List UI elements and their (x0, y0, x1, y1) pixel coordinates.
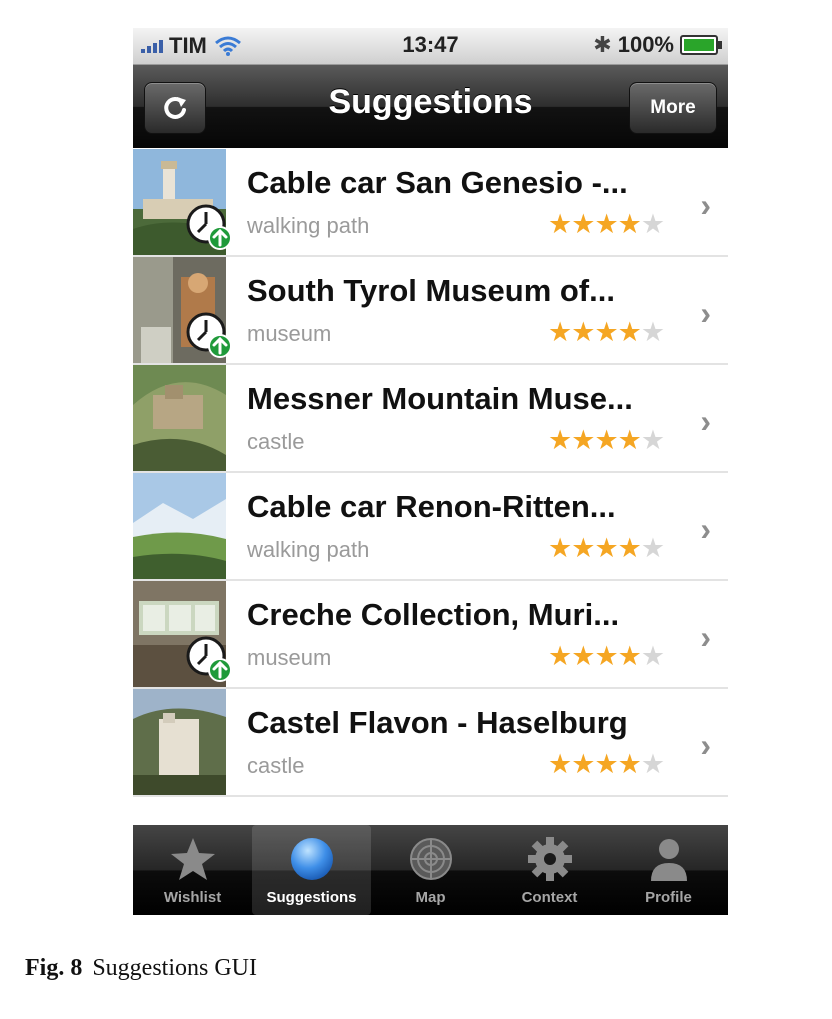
suggestion-category: walking path (247, 537, 370, 562)
gear-icon (524, 835, 576, 883)
tab-label: Suggestions (266, 889, 357, 906)
navigation-bar: Suggestions More (133, 65, 728, 148)
phone-screen: TIM 13:47 ✱ 100% Suggestions More Cable … (133, 28, 728, 915)
star-empty-icon: ★ (640, 209, 665, 239)
chevron-right-icon: › (700, 511, 711, 547)
suggestion-category: castle (247, 753, 305, 778)
star-rating: ★★★★★ (548, 641, 665, 672)
chevron-right-icon: › (700, 187, 711, 223)
star-filled-icon: ★ (617, 641, 642, 671)
suggestion-thumbnail (133, 365, 226, 471)
tab-profile[interactable]: Profile (609, 825, 728, 915)
tab-suggestions[interactable]: Suggestions (252, 825, 371, 915)
star-filled-icon: ★ (594, 425, 618, 455)
suggestion-thumbnail (133, 689, 226, 795)
star-empty-icon: ★ (640, 749, 665, 779)
bluetooth-icon: ✱ (593, 32, 612, 57)
star-filled-icon: ★ (594, 317, 618, 347)
battery-fill (684, 39, 714, 51)
star-rating: ★★★★★ (548, 533, 665, 564)
chevron-right-icon: › (700, 295, 711, 331)
tab-label: Context (521, 889, 578, 906)
clock-upload-badge-icon (186, 636, 232, 682)
suggestion-title: South Tyrol Museum of... (247, 273, 615, 308)
star-filled-icon: ★ (617, 317, 642, 347)
suggestion-row[interactable]: Cable car San Genesio -... walking path … (133, 149, 728, 257)
suggestions-list: Cable car San Genesio -... walking path … (133, 149, 728, 797)
suggestion-category: museum (247, 645, 332, 670)
suggestion-row[interactable]: Messner Mountain Muse... castle ★★★★★ › (133, 365, 728, 473)
tab-label: Wishlist (163, 889, 222, 906)
suggestion-row[interactable]: South Tyrol Museum of... museum ★★★★★ › (133, 257, 728, 365)
star-empty-icon: ★ (640, 317, 665, 347)
star-rating: ★★★★★ (548, 749, 665, 780)
status-bar: TIM 13:47 ✱ 100% (133, 28, 728, 65)
suggestion-row[interactable]: Cable car Renon-Ritten... walking path ★… (133, 473, 728, 581)
star-filled-icon: ★ (571, 533, 595, 563)
tab-context[interactable]: Context (490, 825, 609, 915)
star-filled-icon: ★ (571, 749, 595, 779)
star-filled-icon: ★ (571, 641, 595, 671)
star-filled-icon: ★ (617, 209, 642, 239)
star-filled-icon: ★ (617, 749, 642, 779)
tab-bar: Wishlist Suggestions Map Context Profile (133, 825, 728, 915)
chevron-right-icon: › (700, 727, 711, 763)
chevron-right-icon: › (700, 403, 711, 439)
status-right: ✱ 100% (593, 32, 722, 58)
more-button[interactable]: More (629, 82, 717, 134)
star-rating: ★★★★★ (548, 209, 665, 240)
caption-label: Fig. 8 (25, 955, 83, 981)
star-filled-icon: ★ (548, 209, 572, 239)
tab-label: Map (415, 889, 446, 906)
star-filled-icon: ★ (548, 533, 572, 563)
star-empty-icon: ★ (640, 641, 665, 671)
star-rating: ★★★★★ (548, 425, 665, 456)
suggestions-orb-icon (286, 835, 338, 883)
chevron-right-icon: › (700, 619, 711, 655)
person-icon (643, 835, 695, 883)
caption-text: Suggestions GUI (92, 955, 257, 981)
radar-icon (405, 835, 457, 883)
clock-upload-badge-icon (186, 312, 232, 358)
tab-wishlist[interactable]: Wishlist (133, 825, 252, 915)
star-filled-icon: ★ (571, 209, 595, 239)
star-filled-icon: ★ (594, 209, 618, 239)
star-empty-icon: ★ (640, 533, 665, 563)
star-filled-icon: ★ (594, 641, 618, 671)
suggestion-thumbnail (133, 473, 226, 579)
star-rating: ★★★★★ (548, 317, 665, 348)
suggestion-category: museum (247, 321, 332, 346)
star-filled-icon: ★ (548, 425, 572, 455)
star-filled-icon: ★ (548, 641, 572, 671)
star-empty-icon: ★ (640, 425, 665, 455)
star-filled-icon: ★ (571, 317, 595, 347)
figure-caption: Fig. 8 Suggestions GUI (25, 955, 257, 982)
star-filled-icon: ★ (571, 425, 595, 455)
suggestion-category: walking path (247, 213, 370, 238)
suggestion-title: Cable car San Genesio -... (247, 165, 628, 200)
tab-map[interactable]: Map (371, 825, 490, 915)
suggestion-title: Creche Collection, Muri... (247, 597, 620, 632)
battery-percent: 100% (617, 32, 674, 57)
battery-icon (680, 35, 722, 55)
suggestion-row[interactable]: Castel Flavon - Haselburg castle ★★★★★ › (133, 689, 728, 797)
star-filled-icon: ★ (617, 533, 642, 563)
star-filled-icon: ★ (548, 317, 572, 347)
suggestion-row[interactable]: Creche Collection, Muri... museum ★★★★★ … (133, 581, 728, 689)
star-icon (167, 835, 219, 883)
suggestion-title: Messner Mountain Muse... (247, 381, 633, 416)
tab-label: Profile (645, 889, 692, 906)
clock-upload-badge-icon (186, 204, 232, 250)
suggestion-category: castle (247, 429, 305, 454)
star-filled-icon: ★ (617, 425, 642, 455)
star-filled-icon: ★ (548, 749, 572, 779)
suggestion-title: Castel Flavon - Haselburg (247, 705, 628, 740)
star-filled-icon: ★ (594, 533, 618, 563)
suggestion-title: Cable car Renon-Ritten... (247, 489, 616, 524)
star-filled-icon: ★ (594, 749, 618, 779)
